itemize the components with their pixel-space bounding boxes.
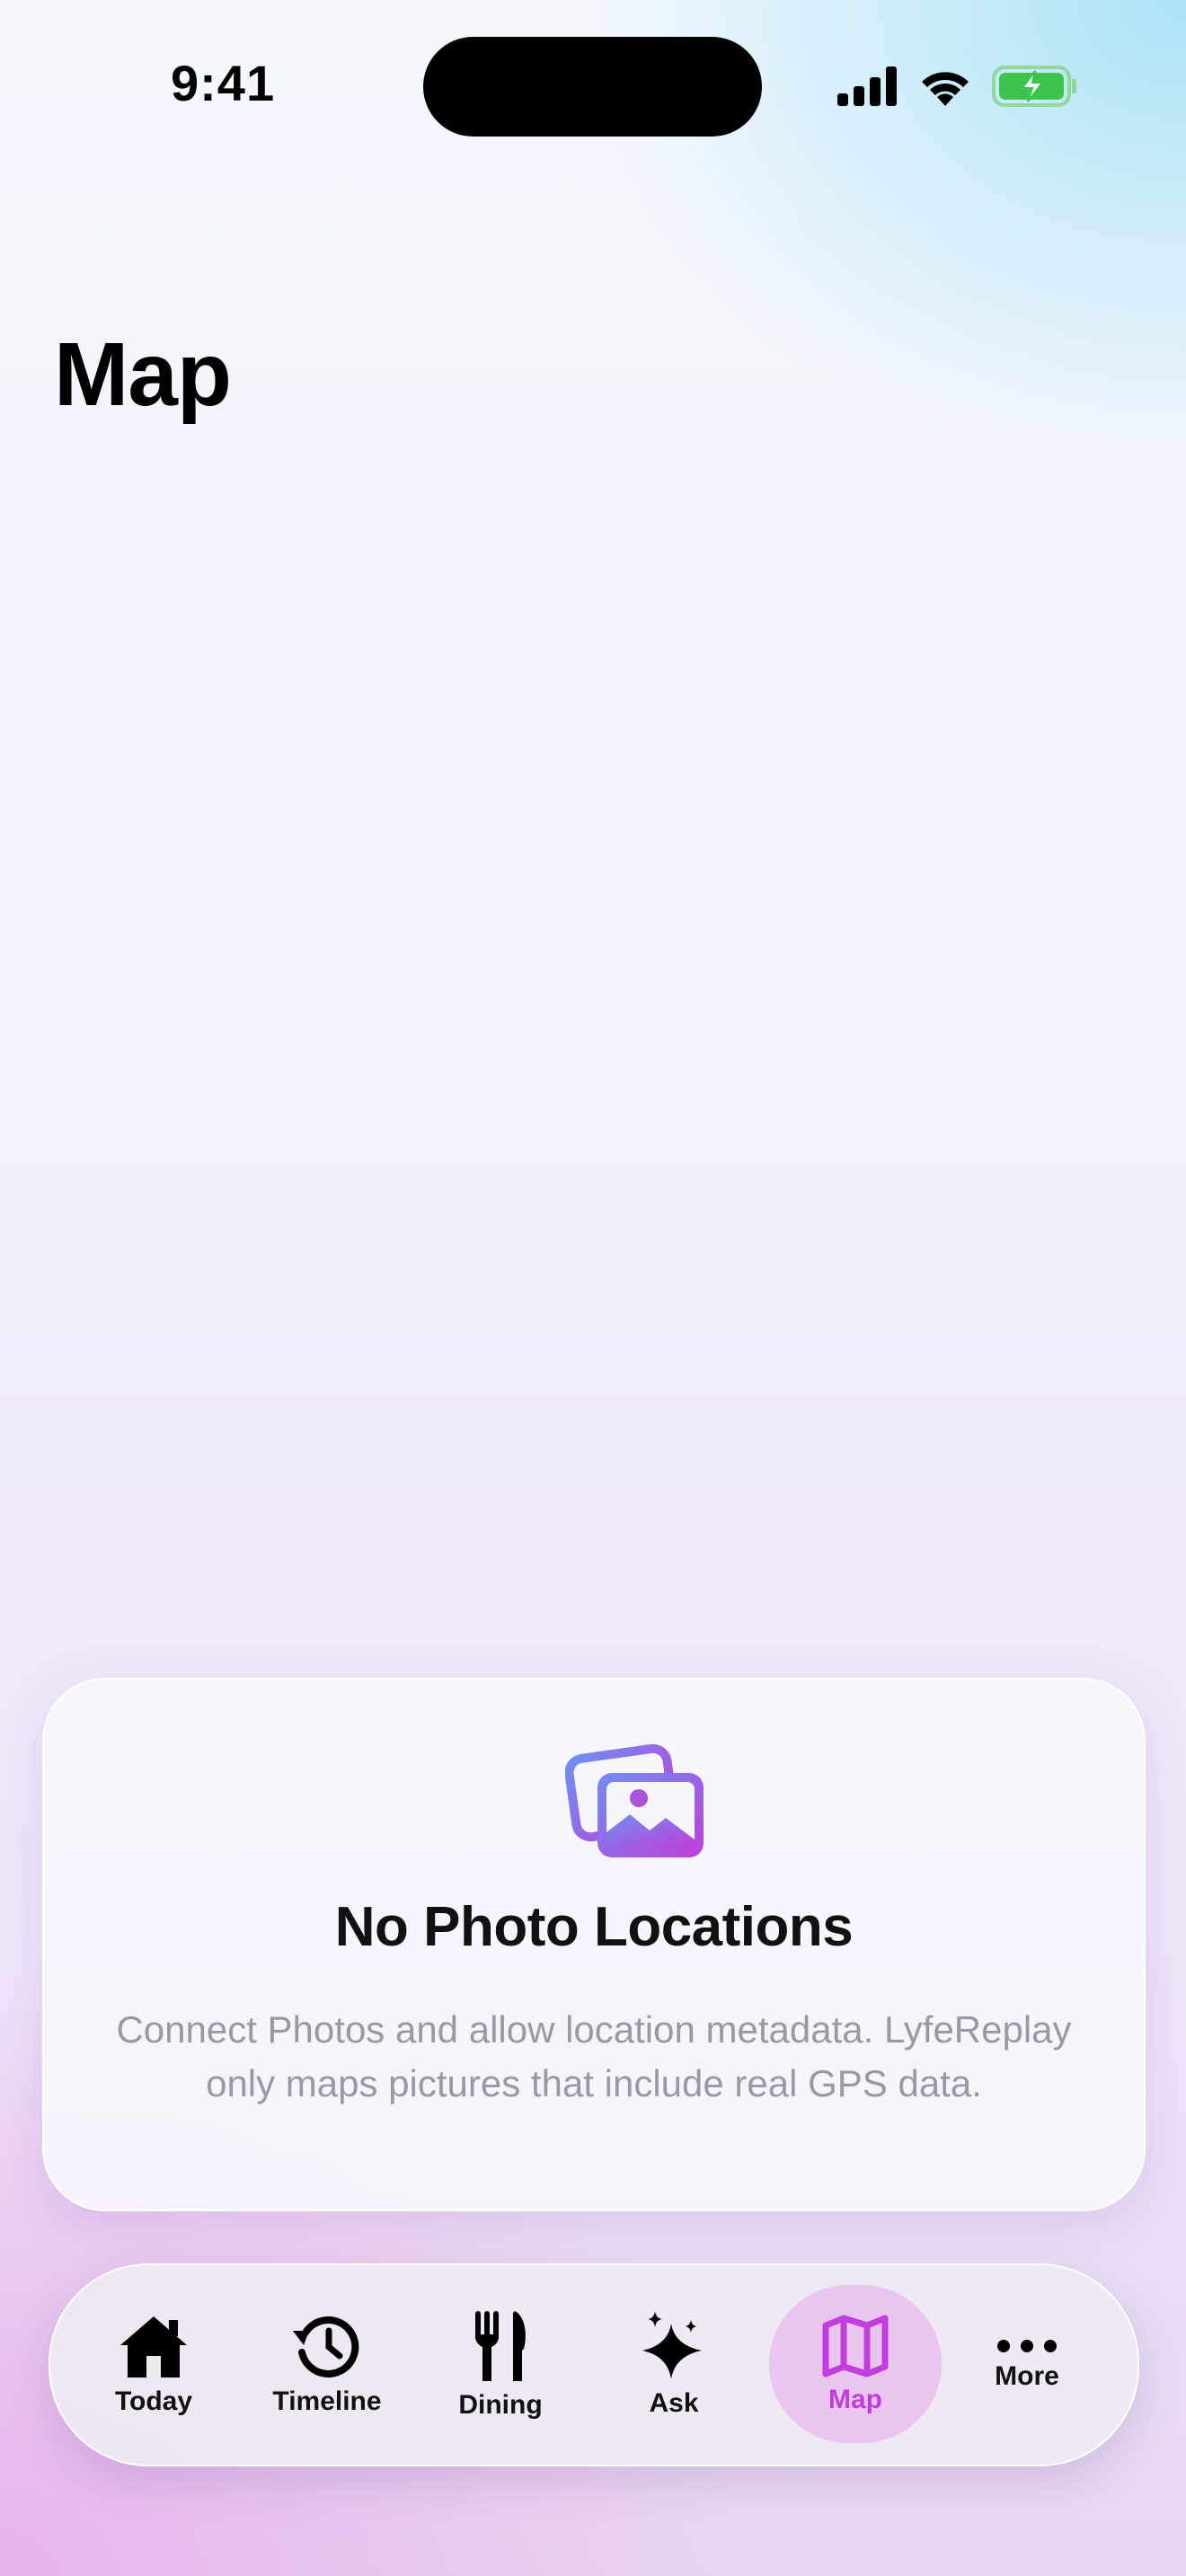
tab-label: Dining [458, 2390, 543, 2420]
map-icon [822, 2315, 889, 2378]
fork-knife-icon [475, 2311, 526, 2381]
house-icon [120, 2316, 187, 2378]
page-title: Map [54, 324, 232, 425]
sparkles-icon [642, 2311, 702, 2379]
tab-today[interactable]: Today [68, 2265, 239, 2465]
tab-timeline[interactable]: Timeline [242, 2265, 412, 2465]
tab-map[interactable]: Map [769, 2265, 942, 2465]
tab-bar: Today Timeline Dining Ask Map More [49, 2263, 1139, 2466]
wifi-icon [922, 72, 969, 106]
status-bar: 9:41 [0, 0, 1186, 171]
tab-dining[interactable]: Dining [415, 2265, 586, 2465]
tab-label: More [995, 2361, 1059, 2391]
empty-state-title: No Photo Locations [334, 1896, 854, 1958]
ellipsis-icon [997, 2340, 1057, 2352]
tab-more[interactable]: More [942, 2265, 1112, 2465]
tab-label: Timeline [272, 2386, 382, 2416]
battery-charging-icon [992, 66, 1076, 107]
dynamic-island [423, 37, 762, 137]
empty-state-description: Connect Photos and allow location metada… [116, 2008, 1072, 2104]
empty-state-card: No Photo Locations Connect Photos and al… [42, 1678, 1146, 2211]
status-time: 9:41 [171, 55, 276, 111]
cellular-signal-icon [837, 66, 897, 106]
clock-history-icon [293, 2316, 359, 2378]
photo-stack-icon [565, 1743, 704, 1857]
tab-ask[interactable]: Ask [589, 2265, 759, 2465]
tab-label: Today [114, 2386, 193, 2416]
tab-label: Ask [649, 2388, 699, 2418]
tab-label: Map [828, 2385, 882, 2414]
status-icons [837, 66, 1078, 107]
